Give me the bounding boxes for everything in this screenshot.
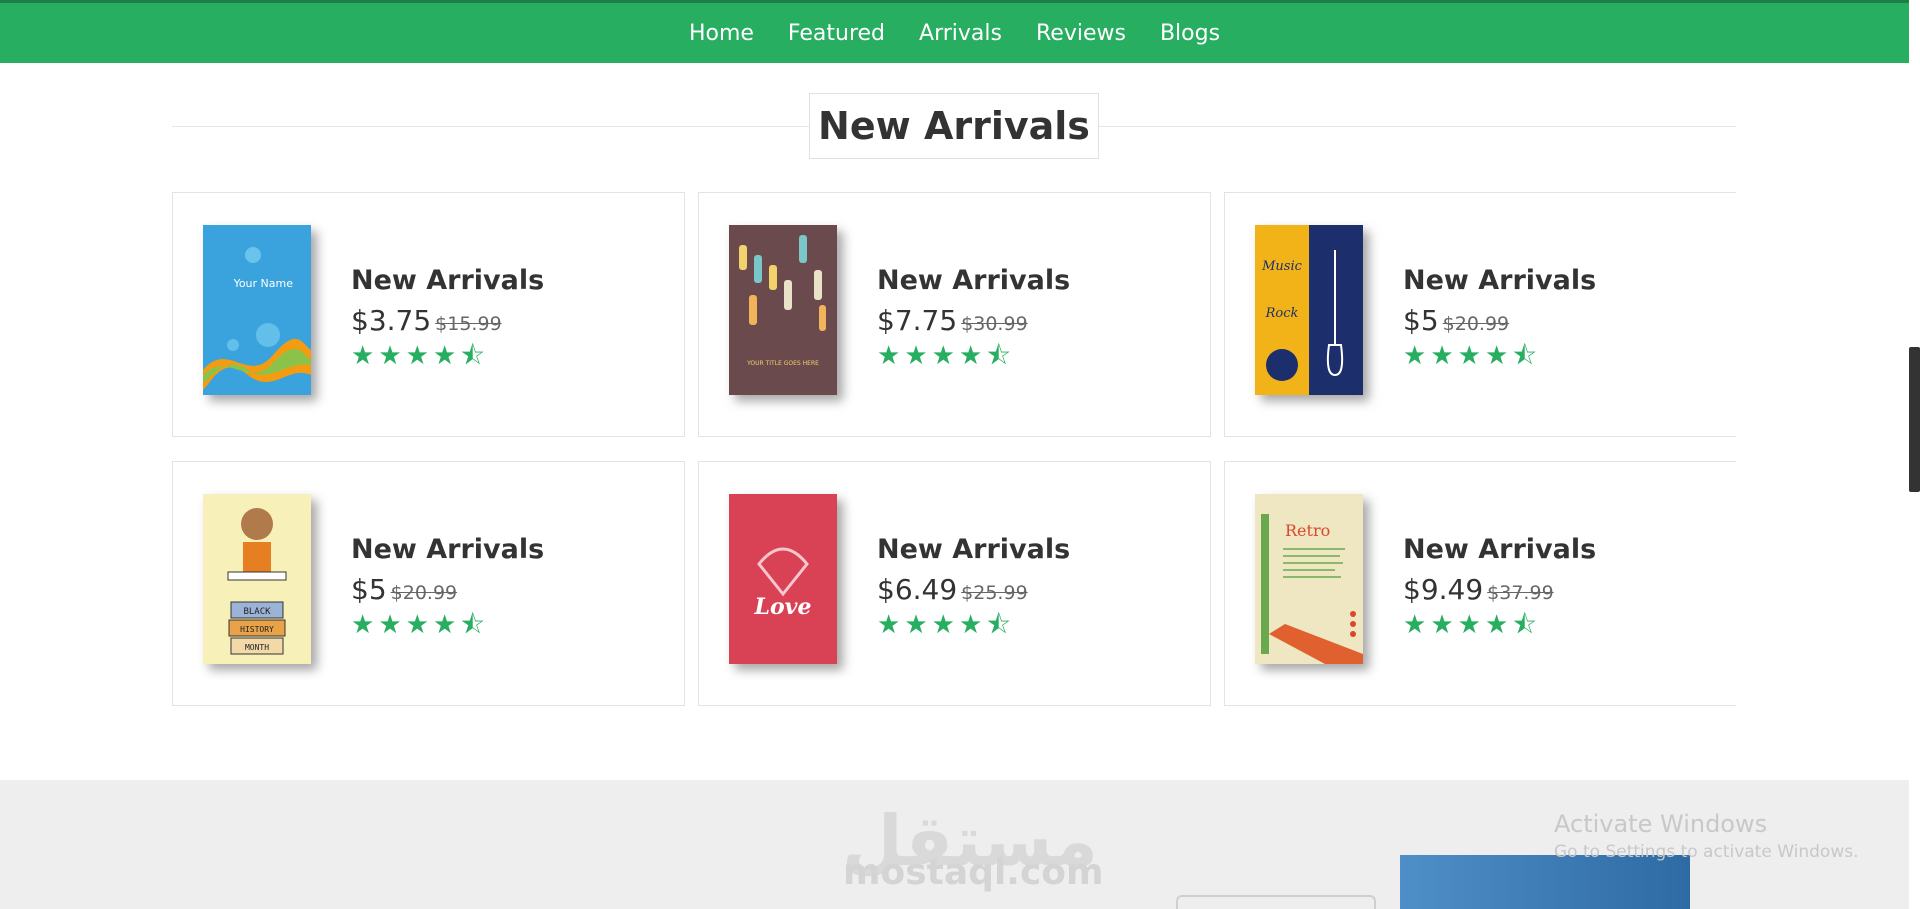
product-price: $5 $20.99 xyxy=(351,573,458,606)
product-old-price: $20.99 xyxy=(390,582,458,604)
windows-activation-title: Activate Windows xyxy=(1554,810,1768,838)
scrollbar-thumb[interactable] xyxy=(1909,347,1920,492)
nav-reviews-link[interactable]: Reviews xyxy=(1036,21,1126,46)
star-icon: ★ xyxy=(1430,610,1454,640)
product-old-price: $30.99 xyxy=(961,313,1028,335)
windows-activation-subtitle: Go to Settings to activate Windows. xyxy=(1554,842,1859,862)
product-card[interactable]: BLACK HISTORY MONTH New Arrivals $5 $20.9… xyxy=(172,461,685,706)
rating-stars: ★ ★ ★ ★ ⯪ xyxy=(877,343,1070,369)
rating-stars: ★ ★ ★ ★ ⯪ xyxy=(351,343,544,369)
product-name: New Arrivals xyxy=(877,534,1071,565)
nav-blogs-link[interactable]: Blogs xyxy=(1160,21,1220,46)
star-icon: ★ xyxy=(351,341,375,371)
star-icon: ★ xyxy=(904,341,928,371)
product-old-price: $20.99 xyxy=(1442,313,1510,335)
star-icon: ★ xyxy=(432,610,457,640)
cover-text: Your Name xyxy=(233,277,294,290)
book-cover-image: BLACK HISTORY MONTH xyxy=(203,494,311,664)
rating-stars: ★ ★ ★ ★ ⯪ xyxy=(1403,612,1596,638)
product-price: $5 $20.99 xyxy=(1403,304,1510,337)
star-half-icon: ⯪ xyxy=(986,610,1011,640)
book-cover-image: Retro xyxy=(1255,494,1363,664)
star-icon: ★ xyxy=(1430,341,1454,371)
product-price: $6.49 $25.99 xyxy=(877,573,1028,606)
watermark-text: mostaql.com xyxy=(843,852,1104,893)
star-icon: ★ xyxy=(378,610,402,640)
star-icon: ★ xyxy=(405,341,429,371)
star-half-icon: ⯪ xyxy=(460,341,485,371)
cover-text: BLACK xyxy=(243,607,271,617)
top-navigation: Home Featured Arrivals Reviews Blogs xyxy=(0,0,1909,63)
product-name: New Arrivals xyxy=(351,265,545,296)
product-card[interactable]: Your Name New Arrivals $3.75 $15.99 ★ ★ ★ ★ ⯪ xyxy=(172,192,685,437)
star-icon: ★ xyxy=(931,610,955,640)
footer-section: مستقل mostaql.com Activate Windows Go to… xyxy=(0,780,1909,909)
rating-stars: ★ ★ ★ ★ ⯪ xyxy=(877,612,1070,638)
star-icon: ★ xyxy=(1403,341,1427,371)
book-cover-image: Your Name xyxy=(203,225,311,395)
star-icon: ★ xyxy=(1484,610,1509,640)
product-old-price: $37.99 xyxy=(1487,582,1554,604)
book-cover-image: Music Rock xyxy=(1255,225,1363,395)
section-header: New Arrivals xyxy=(172,93,1736,161)
rating-stars: ★ ★ ★ ★ ⯪ xyxy=(351,612,544,638)
product-card[interactable]: Music Rock New Arrivals $5 $20.99 ★ ★ ★ ★ ⯪ xyxy=(1224,192,1736,437)
cover-text: Love xyxy=(754,594,812,620)
section-title: New Arrivals xyxy=(809,93,1099,159)
product-name: New Arrivals xyxy=(1403,265,1597,296)
nav-arrivals-link[interactable]: Arrivals xyxy=(919,21,1002,46)
rating-stars: ★ ★ ★ ★ ⯪ xyxy=(1403,343,1596,369)
product-name: New Arrivals xyxy=(877,265,1071,296)
product-card[interactable]: Retro New Arrivals $9.49 $37.99 ★ ★ ★ ★ ⯪ xyxy=(1224,461,1736,706)
svg-text:MONTH: MONTH xyxy=(245,643,269,652)
book-cover-image: Love xyxy=(729,494,837,664)
star-half-icon: ⯪ xyxy=(1512,341,1537,371)
product-price: $7.75 $30.99 xyxy=(877,304,1028,337)
star-half-icon: ⯪ xyxy=(460,610,485,640)
nav-home-link[interactable]: Home xyxy=(689,21,754,46)
nav-featured-link[interactable]: Featured xyxy=(788,21,885,46)
promo-device-image xyxy=(1176,895,1376,909)
star-icon: ★ xyxy=(405,610,429,640)
product-card[interactable]: Love New Arrivals $6.49 $25.99 ★ ★ ★ ★ ⯪ xyxy=(698,461,1211,706)
product-old-price: $25.99 xyxy=(961,582,1028,604)
product-price: $3.75 $15.99 xyxy=(351,304,502,337)
star-icon: ★ xyxy=(1457,610,1481,640)
star-icon: ★ xyxy=(432,341,457,371)
product-old-price: $15.99 xyxy=(435,313,502,335)
book-cover-image: YOUR TITLE GOES HERE xyxy=(729,225,837,395)
star-icon: ★ xyxy=(1403,610,1427,640)
cover-text: Retro xyxy=(1285,521,1330,540)
star-half-icon: ⯪ xyxy=(1512,610,1537,640)
star-icon: ★ xyxy=(877,341,901,371)
product-name: New Arrivals xyxy=(351,534,545,565)
cover-text: YOUR TITLE GOES HERE xyxy=(746,360,819,367)
product-grid: Your Name New Arrivals $3.75 $15.99 ★ ★ ★ ★ ⯪… xyxy=(172,192,1736,706)
star-icon: ★ xyxy=(1457,341,1481,371)
star-icon: ★ xyxy=(1484,341,1509,371)
cover-text: Music xyxy=(1261,259,1303,274)
star-icon: ★ xyxy=(958,341,983,371)
svg-text:Rock: Rock xyxy=(1265,306,1299,321)
star-icon: ★ xyxy=(351,610,375,640)
product-name: New Arrivals xyxy=(1403,534,1597,565)
product-card[interactable]: YOUR TITLE GOES HERE New Arrivals $7.75 $… xyxy=(698,192,1211,437)
star-icon: ★ xyxy=(904,610,928,640)
product-price: $9.49 $37.99 xyxy=(1403,573,1554,606)
star-icon: ★ xyxy=(877,610,901,640)
star-icon: ★ xyxy=(378,341,402,371)
promo-book-image xyxy=(1400,855,1690,909)
svg-text:HISTORY: HISTORY xyxy=(240,625,274,634)
star-icon: ★ xyxy=(931,341,955,371)
star-icon: ★ xyxy=(958,610,983,640)
star-half-icon: ⯪ xyxy=(986,341,1011,371)
